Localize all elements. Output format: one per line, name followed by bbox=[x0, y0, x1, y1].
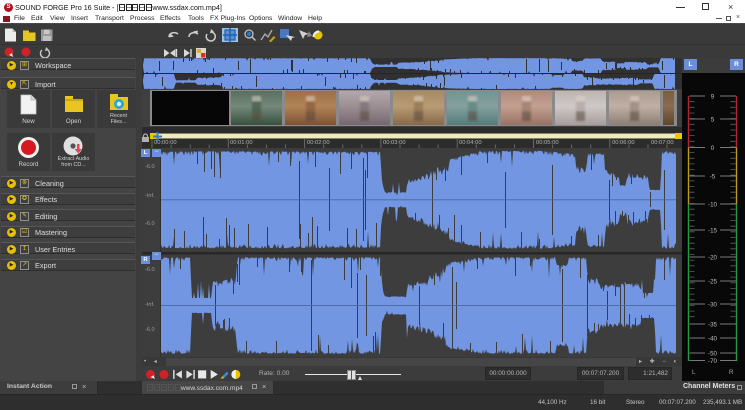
svg-text:R: R bbox=[729, 369, 734, 376]
svg-text:-20: -20 bbox=[708, 254, 718, 261]
svg-text:L: L bbox=[692, 369, 696, 376]
svg-text:-35: -35 bbox=[708, 321, 718, 328]
svg-text:0: 0 bbox=[711, 145, 715, 152]
svg-text:9: 9 bbox=[711, 93, 715, 100]
svg-text:-10: -10 bbox=[708, 201, 718, 208]
svg-text:-70: -70 bbox=[708, 358, 718, 365]
svg-text:-15: -15 bbox=[708, 227, 718, 234]
svg-text:-30: -30 bbox=[708, 301, 718, 308]
svg-text:-5: -5 bbox=[710, 173, 716, 180]
svg-text:-25: -25 bbox=[708, 278, 718, 285]
svg-text:-40: -40 bbox=[708, 335, 718, 342]
svg-text:5: 5 bbox=[711, 116, 715, 123]
